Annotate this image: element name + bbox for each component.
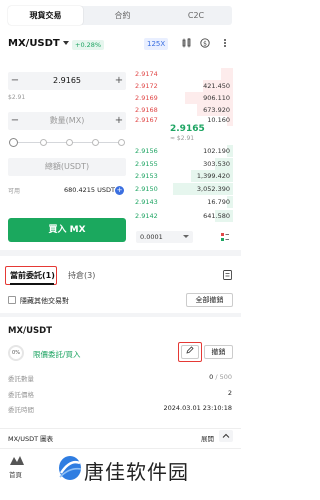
order-price-value: 2 [227,389,232,397]
chart-label: MX/USDT 圖表 [8,435,54,443]
add-funds-icon[interactable]: + [115,186,124,195]
precision-select[interactable]: 0.0001 [136,231,193,243]
leverage-button[interactable]: 125X [144,38,169,50]
last-price-usd: ≈ $2.91 [170,135,195,142]
ask-qty: 10.160 [207,116,230,124]
orderbook-layout-icon[interactable] [220,232,230,242]
price-change-badge: +0.28% [72,40,105,50]
order-type-label: 限價委託/買入 [33,350,81,359]
order-time-value: 2024.03.01 23:10:18 [163,404,232,412]
market-type-tabs: 現貨交易 合約 C2C [0,0,241,30]
bid-price: 2.9153 [135,172,158,180]
amount-minus-button[interactable]: − [8,112,22,130]
tab-positions[interactable]: 持倉(3) [68,270,95,281]
more-icon[interactable] [220,38,230,48]
bid-row[interactable]: 2.9142 641.580 [132,210,233,222]
bid-price: 2.9156 [135,147,158,155]
expand-chart-button[interactable]: 展開 [201,433,214,443]
ask-row[interactable]: 2.9174 [132,68,233,80]
order-qty-value: 0 / 500 [209,373,232,381]
bid-qty: 3,052.390 [196,185,230,193]
slider-step-25[interactable] [40,139,47,146]
bid-price: 2.9142 [135,212,158,220]
dollar-circle-icon[interactable]: $ [200,38,210,48]
bid-row[interactable]: 2.9153 1,399.420 [132,170,233,182]
price-plus-button[interactable]: + [112,72,126,90]
section-divider [0,250,241,256]
ask-price: 2.9172 [135,82,158,90]
cancel-order-button[interactable]: 撤銷 [204,345,233,359]
order-qty-label: 委託數量 [8,375,34,383]
amount-placeholder[interactable]: 數量(MX) [22,112,112,130]
bid-qty: 641.580 [203,212,230,220]
bid-price: 2.9155 [135,160,158,168]
price-minus-button[interactable]: − [8,72,22,90]
order-history-icon[interactable] [223,270,232,282]
order-pair-title: MX/USDT [8,326,52,336]
available-value: 680.4215 USDT [64,186,115,194]
tab-spot[interactable]: 現貨交易 [8,6,83,25]
slider-step-100[interactable] [118,139,125,146]
watermark-logo-icon [58,455,82,483]
cancel-all-button[interactable]: 全部撤銷 [186,293,233,307]
price-value[interactable]: 2.9165 [22,72,112,90]
ask-qty: 906.110 [203,94,230,102]
fill-progress-circle: 0% [8,345,24,361]
price-usd-value: $2.91 [8,94,26,101]
bid-price: 2.9143 [135,198,158,206]
highlight-box [178,342,202,362]
amount-field[interactable]: − 數量(MX) + [8,112,126,130]
ask-price: 2.9174 [135,70,158,78]
total-placeholder[interactable]: 總額(USDT) [8,158,126,176]
depth-bar [221,68,233,80]
bid-qty: 303.530 [203,160,230,168]
chevron-down-icon [183,235,189,238]
total-field[interactable]: 總額(USDT) [8,158,126,176]
order-time-label: 委託時間 [8,406,34,414]
chevron-up-icon[interactable] [219,430,233,442]
nav-home-label[interactable]: 首頁 [9,469,22,479]
order-price-label: 委託價格 [8,391,34,399]
kline-icon[interactable] [182,38,192,48]
ask-price: 2.9167 [135,116,158,124]
svg-text:$: $ [203,40,207,47]
hide-other-pairs-label: 隱藏其他交易對 [20,297,69,305]
ask-qty: 421.450 [203,82,230,90]
watermark-text: 唐佳软件园 [84,460,189,484]
bid-row[interactable]: 2.9155 303.530 [132,158,233,170]
available-label: 可用 [8,188,21,195]
bid-row[interactable]: 2.9143 16.790 [132,196,233,208]
slider-handle[interactable] [9,138,18,147]
tab-c2c[interactable]: C2C [160,6,232,25]
bid-row[interactable]: 2.9150 3,052.390 [132,183,233,195]
bid-qty: 102.190 [203,147,230,155]
bid-row[interactable]: 2.9156 102.190 [132,145,233,157]
active-tab-indicator [10,283,54,285]
bid-qty: 16.790 [207,198,230,206]
buy-button[interactable]: 買入 MX [8,218,126,242]
pair-selector[interactable]: MX/USDT [8,38,60,49]
amount-plus-button[interactable]: + [112,112,126,130]
last-price: 2.9165 [170,124,205,134]
hide-other-pairs-checkbox[interactable] [8,296,16,304]
slider-step-75[interactable] [92,139,99,146]
price-field[interactable]: − 2.9165 + [8,72,126,90]
bid-qty: 1,399.420 [196,172,230,180]
tab-futures[interactable]: 合約 [85,6,160,25]
ask-row[interactable]: 2.9172 421.450 [132,80,233,92]
bid-price: 2.9150 [135,185,158,193]
precision-value: 0.0001 [140,233,163,241]
slider-step-50[interactable] [66,139,73,146]
home-icon[interactable] [9,454,25,468]
chevron-down-icon[interactable] [63,41,69,45]
ask-row[interactable]: 2.9169 906.110 [132,92,233,104]
ask-price: 2.9169 [135,94,158,102]
section-divider [0,313,241,317]
